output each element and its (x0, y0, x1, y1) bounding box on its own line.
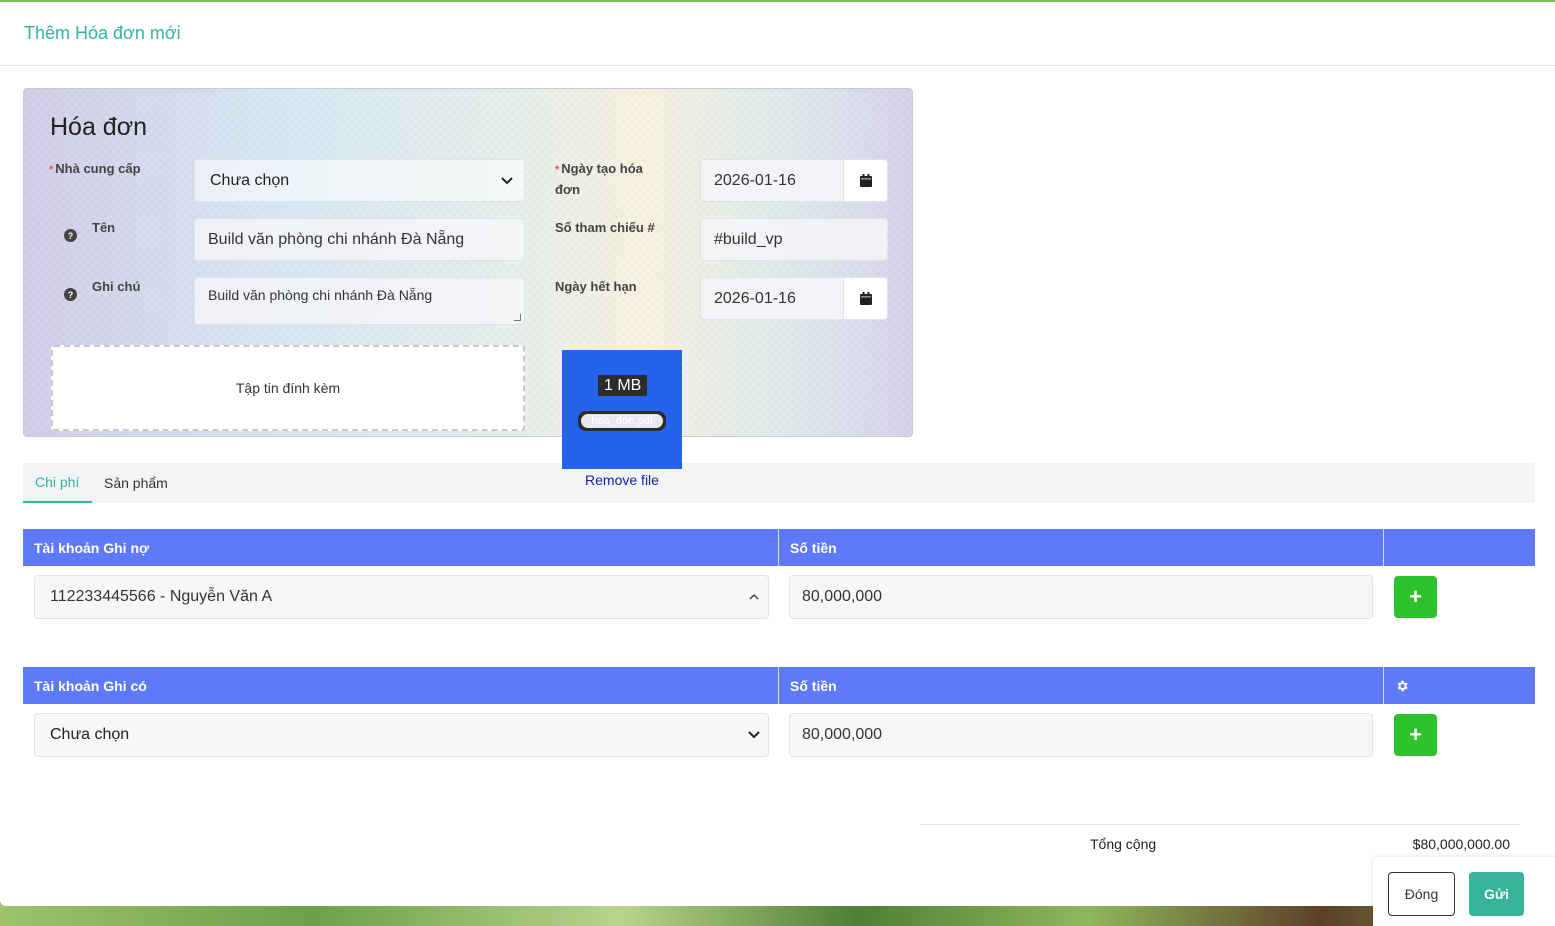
name-label: Tên (92, 220, 116, 235)
debit-account-value: 112233445566 - Nguyễn Văn A (50, 588, 273, 605)
required-marker: * (49, 164, 54, 176)
table-row: Chưa chọn 80,000,000 + (23, 704, 1535, 766)
add-invoice-modal: Thêm Hóa đơn mới Hóa đơn * Nhà cung cấp C… (0, 0, 1555, 906)
debit-amount-header: Số tiền (779, 529, 1384, 566)
total-label: Tổng cộng (1090, 836, 1157, 852)
file-name: hoa_don.pdf (578, 411, 666, 431)
modal-title: Thêm Hóa đơn mới (24, 23, 181, 43)
created-date-picker-button[interactable] (844, 159, 888, 202)
gear-icon (1397, 680, 1408, 691)
tab-expenses[interactable]: Chi phí (23, 463, 92, 503)
due-date-group: 2026-01-16 (700, 277, 888, 320)
total-value: $80,000,000.00 (1412, 836, 1510, 852)
credit-table: Tài khoản Ghi có Số tiền Chưa chọn 80,00… (23, 667, 1535, 766)
note-textarea[interactable]: Build văn phòng chi nhánh Đà Nẵng (194, 277, 525, 325)
credit-account-value: Chưa chọn (50, 726, 130, 743)
due-date-picker-button[interactable] (844, 277, 888, 320)
name-input[interactable]: Build văn phòng chi nhánh Đà Nẵng (194, 218, 525, 261)
credit-account-select[interactable]: Chưa chọn (34, 713, 769, 757)
debit-account-header: Tài khoản Ghi nợ (23, 529, 779, 566)
resize-handle-icon[interactable] (514, 314, 521, 321)
send-button[interactable]: Gửi (1469, 872, 1524, 916)
supplier-label: * Nhà cung cấp (49, 161, 141, 176)
due-date-label: Ngày hết hạn (555, 279, 637, 294)
debit-actions-header (1384, 529, 1535, 566)
due-date-input[interactable]: 2026-01-16 (700, 277, 844, 320)
help-icon[interactable]: ? (64, 288, 77, 301)
credit-actions-header (1384, 667, 1535, 704)
invoice-title: Hóa đơn (50, 113, 148, 141)
note-label: Ghi chú (92, 279, 141, 294)
remove-file-link[interactable]: Remove file (562, 472, 682, 488)
attachment-label: Tập tin đính kèm (235, 380, 341, 396)
table-row: 112233445566 - Nguyễn Văn A 80,000,000 + (23, 566, 1535, 628)
credit-table-header: Tài khoản Ghi có Số tiền (23, 667, 1535, 704)
debit-account-select[interactable]: 112233445566 - Nguyễn Văn A (34, 575, 769, 619)
note-textarea-value: Build văn phòng chi nhánh Đà Nẵng (208, 287, 433, 303)
debit-amount-input[interactable]: 80,000,000 (789, 575, 1373, 619)
help-icon[interactable]: ? (64, 229, 77, 242)
modal-footer: Đóng Gửi (1373, 857, 1555, 926)
file-preview[interactable]: 1 MB hoa_don.pdf (562, 350, 682, 469)
tabs-bar: Chi phí Sản phẩm (23, 463, 1535, 503)
reference-label: Số tham chiếu # (555, 220, 655, 235)
chevron-up-icon (749, 594, 759, 600)
calendar-icon (859, 292, 872, 305)
invoice-card: Hóa đơn * Nhà cung cấp Chưa chọn ? Tên Bu… (23, 88, 913, 437)
tab-products[interactable]: Sản phẩm (92, 463, 180, 503)
created-date-input[interactable]: 2026-01-16 (700, 159, 844, 202)
file-size: 1 MB (598, 375, 648, 396)
created-date-label: * Ngày tạo hóa đơn (555, 161, 643, 197)
credit-amount-header: Số tiền (779, 667, 1384, 704)
chevron-down-icon (748, 731, 760, 739)
debit-table: Tài khoản Ghi nợ Số tiền 112233445566 - … (23, 529, 1535, 628)
reference-input[interactable]: #build_vp (700, 218, 888, 261)
add-credit-row-button[interactable]: + (1394, 714, 1437, 756)
totals-divider (920, 824, 1520, 825)
debit-table-header: Tài khoản Ghi nợ Số tiền (23, 529, 1535, 566)
add-debit-row-button[interactable]: + (1394, 576, 1437, 618)
chevron-down-icon (500, 174, 514, 188)
calendar-icon (859, 174, 872, 187)
modal-header: Thêm Hóa đơn mới (0, 2, 1555, 66)
attachment-dropzone[interactable]: Tập tin đính kèm (51, 345, 525, 431)
supplier-select-value: Chưa chọn (210, 171, 290, 189)
created-date-group: 2026-01-16 (700, 159, 888, 202)
close-button[interactable]: Đóng (1388, 872, 1455, 916)
credit-amount-input[interactable]: 80,000,000 (789, 713, 1373, 757)
required-marker: * (555, 164, 560, 176)
credit-account-header: Tài khoản Ghi có (23, 667, 779, 704)
supplier-select[interactable]: Chưa chọn (194, 159, 525, 202)
plus-icon: + (1409, 584, 1422, 609)
plus-icon: + (1409, 722, 1422, 747)
